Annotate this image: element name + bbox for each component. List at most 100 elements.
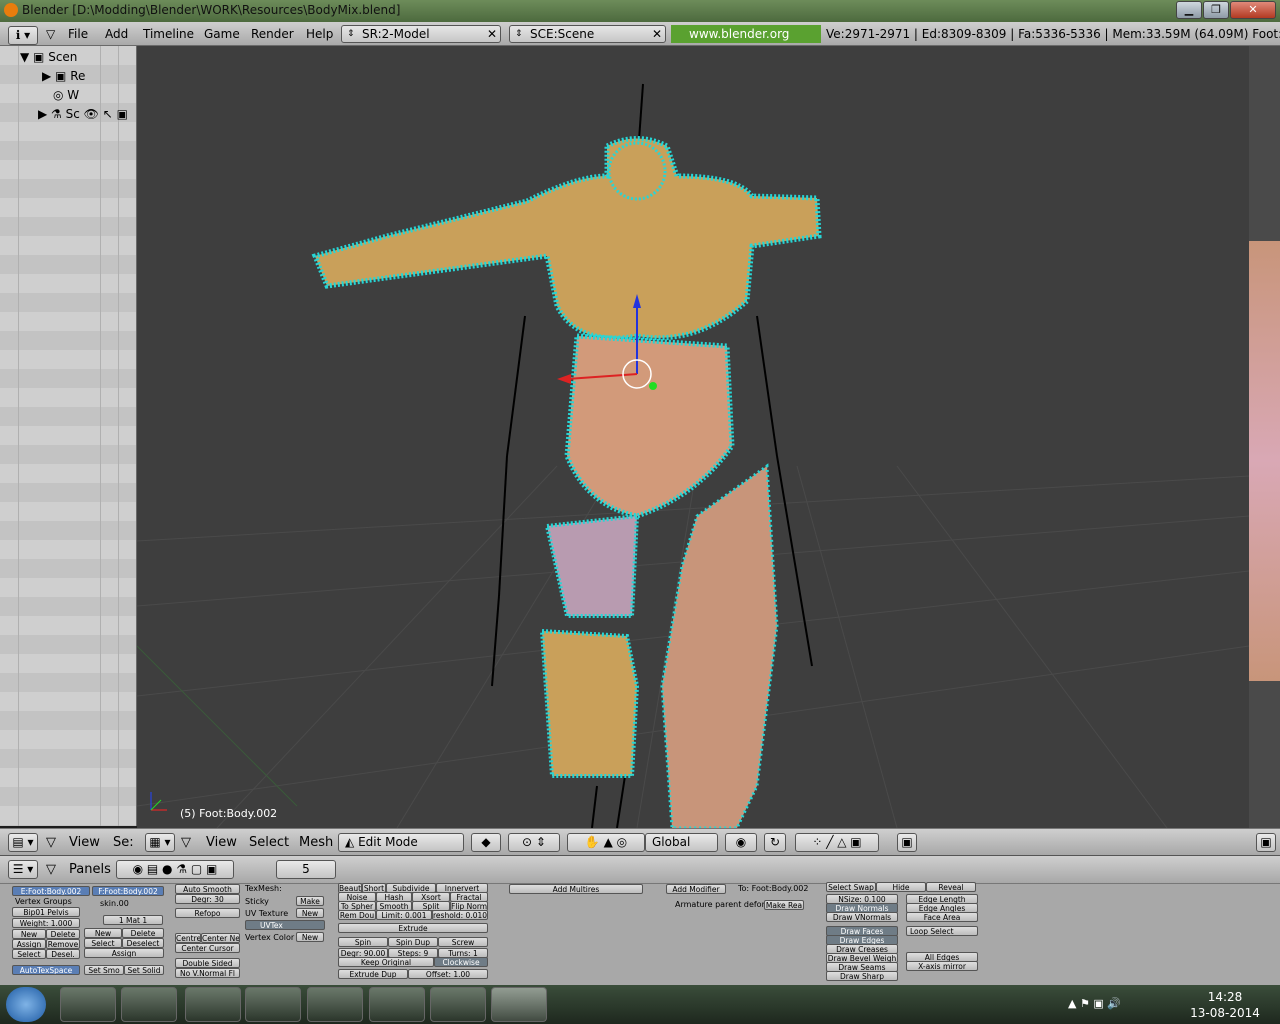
buttons-window-type-button[interactable]: ☰ ▾: [8, 860, 38, 879]
menu-render[interactable]: Render: [251, 27, 294, 41]
blender-taskbar-icon[interactable]: [491, 987, 547, 1022]
collapse-icon[interactable]: ▽: [46, 862, 56, 877]
outliner-search-menu[interactable]: Se:: [113, 835, 134, 850]
keep-original-toggle[interactable]: Keep Original: [338, 957, 434, 967]
vg-assign-button[interactable]: Assign: [12, 939, 46, 949]
outliner-item-world[interactable]: ◎ W: [53, 88, 79, 102]
vg-select-button[interactable]: Select: [12, 949, 46, 959]
draw-type-button[interactable]: ◆: [471, 833, 501, 852]
outliner-window-type-button[interactable]: ▤ ▾: [8, 833, 38, 852]
blender-website-link[interactable]: www.blender.org 249.2: [671, 25, 821, 59]
chrome-taskbar-icon[interactable]: [60, 987, 116, 1022]
uv-window-strip[interactable]: [1249, 46, 1280, 828]
proportional-edit-button[interactable]: ◉: [725, 833, 757, 852]
select-mode-buttons[interactable]: ⁘ ╱ △ ▣: [795, 833, 879, 852]
offset-field[interactable]: Offset: 1.00: [408, 969, 488, 979]
vertex-group-selector[interactable]: Bip01 Pelvis: [12, 907, 80, 917]
collapse-icon[interactable]: ▽: [46, 835, 56, 850]
explorer-taskbar-icon[interactable]: [185, 987, 241, 1022]
auto-smooth-button[interactable]: Auto Smooth: [175, 884, 240, 894]
window-type-menu[interactable]: ℹ ▾: [8, 26, 38, 45]
view3d-window-type-button[interactable]: ▦ ▾: [145, 833, 175, 852]
disk-app-taskbar-icon[interactable]: [430, 987, 486, 1022]
media-taskbar-icon[interactable]: [245, 987, 301, 1022]
material-selector[interactable]: 1 Mat 1: [103, 915, 163, 925]
mesh-name-field[interactable]: E:Foot:Body.002: [12, 886, 90, 896]
screen-selector[interactable]: ⇕ SR:2-Model ✕: [341, 25, 501, 43]
vg-delete-button[interactable]: Delete: [46, 929, 80, 939]
set-smooth-button[interactable]: Set Smo: [84, 965, 124, 975]
maximize-button[interactable]: ❐: [1203, 1, 1229, 19]
draw-sharp-toggle[interactable]: Draw Sharp: [826, 971, 898, 981]
collapse-icon[interactable]: ▽: [46, 27, 55, 41]
remove-doubles-button[interactable]: Rem Dou: [338, 910, 376, 920]
threshold-field[interactable]: reshold: 0.010: [432, 910, 488, 920]
refopo-button[interactable]: Refopo: [175, 908, 240, 918]
no-vnormal-flip-button[interactable]: No V.Normal Fl: [175, 968, 240, 978]
scene-selector[interactable]: ⇕ SCE:Scene ✕: [509, 25, 666, 43]
set-solid-button[interactable]: Set Solid: [124, 965, 164, 975]
outliner-item-scene-object[interactable]: ▶ ⚗ Sc 👁 ↖ ▣: [38, 107, 128, 121]
outliner-item-scene[interactable]: ▼ ▣ Scen: [20, 50, 77, 64]
vg-new-button[interactable]: New: [12, 929, 46, 939]
start-button[interactable]: [6, 987, 46, 1022]
menu-game[interactable]: Game: [204, 27, 240, 41]
add-modifier-button[interactable]: Add Modifier: [666, 884, 726, 894]
degr-field[interactable]: Degr: 30: [175, 894, 240, 904]
mat-new-button[interactable]: New: [84, 928, 122, 938]
mat-delete-button[interactable]: Delete: [122, 928, 164, 938]
limit-field[interactable]: Limit: 0.001: [376, 910, 432, 920]
add-multires-button[interactable]: Add Multires: [509, 884, 643, 894]
winamp-taskbar-icon[interactable]: [307, 987, 363, 1022]
tray-icons[interactable]: ▲ ⚑ ▣ 🔊: [1068, 997, 1121, 1010]
select-menu[interactable]: Select: [249, 835, 289, 850]
context-buttons[interactable]: ◉ ▤ ● ⚗ ▢ ▣: [116, 860, 234, 879]
delete-scene-icon[interactable]: ✕: [652, 26, 662, 42]
center-cursor-button[interactable]: Center Cursor: [175, 943, 240, 953]
centre-button[interactable]: Centre: [175, 933, 201, 943]
menu-file[interactable]: File: [68, 27, 88, 41]
uv-image-button[interactable]: ▣: [1256, 833, 1276, 852]
double-sided-button[interactable]: Double Sided: [175, 958, 240, 968]
extrude-dup-button[interactable]: Extrude Dup: [338, 969, 408, 979]
vertex-color-new-button[interactable]: New: [296, 932, 324, 942]
mode-selector[interactable]: ◭ Edit Mode: [338, 833, 464, 852]
mat-deselect-button[interactable]: Deselect: [122, 938, 164, 948]
eye-app-taskbar-icon[interactable]: [369, 987, 425, 1022]
close-button[interactable]: ✕: [1230, 1, 1276, 19]
system-clock[interactable]: 14:28 13-08-2014: [1190, 989, 1260, 1021]
minimize-button[interactable]: ▁: [1176, 1, 1202, 19]
spin-dup-button[interactable]: Spin Dup: [388, 937, 438, 947]
spin-button[interactable]: Spin: [338, 937, 388, 947]
uvtex-layer[interactable]: UVTex: [245, 920, 325, 930]
mesh-menu[interactable]: Mesh: [299, 835, 333, 850]
orientation-selector[interactable]: Global: [645, 833, 718, 852]
center-new-button[interactable]: Center Ne: [201, 933, 240, 943]
screw-button[interactable]: Screw: [438, 937, 488, 947]
draw-vnormals-toggle[interactable]: Draw VNormals: [826, 912, 898, 922]
mat-assign-button[interactable]: Assign: [84, 948, 164, 958]
face-area-toggle[interactable]: Face Area: [906, 912, 978, 922]
render-view-button[interactable]: ▣: [897, 833, 917, 852]
uv-texture-new-button[interactable]: New: [296, 908, 324, 918]
vg-remove-button[interactable]: Remove: [46, 939, 80, 949]
make-real-button[interactable]: Make Rea: [764, 900, 804, 910]
app-taskbar-icon[interactable]: [121, 987, 177, 1022]
frame-number[interactable]: 5: [276, 860, 336, 879]
x-axis-mirror-toggle[interactable]: X-axis mirror: [906, 961, 978, 971]
menu-timeline[interactable]: Timeline: [143, 27, 194, 41]
manipulator-buttons[interactable]: ✋ ▲ ◎: [567, 833, 645, 852]
3d-viewport[interactable]: (5) Foot:Body.002: [137, 46, 1249, 828]
snap-button[interactable]: ↻: [764, 833, 786, 852]
clockwise-toggle[interactable]: Clockwise: [434, 957, 488, 967]
panels-menu[interactable]: Panels: [69, 862, 111, 877]
view-menu[interactable]: View: [206, 835, 237, 850]
delete-screen-icon[interactable]: ✕: [487, 26, 497, 42]
outliner-item-render[interactable]: ▶ ▣ Re: [42, 69, 85, 83]
collapse-icon[interactable]: ▽: [181, 835, 191, 850]
pivot-button[interactable]: ⊙ ⇕: [508, 833, 560, 852]
autotexspace-button[interactable]: AutoTexSpace: [12, 965, 80, 975]
extrude-button[interactable]: Extrude: [338, 923, 488, 933]
vg-desel-button[interactable]: Desel.: [46, 949, 80, 959]
sticky-make-button[interactable]: Make: [296, 896, 324, 906]
